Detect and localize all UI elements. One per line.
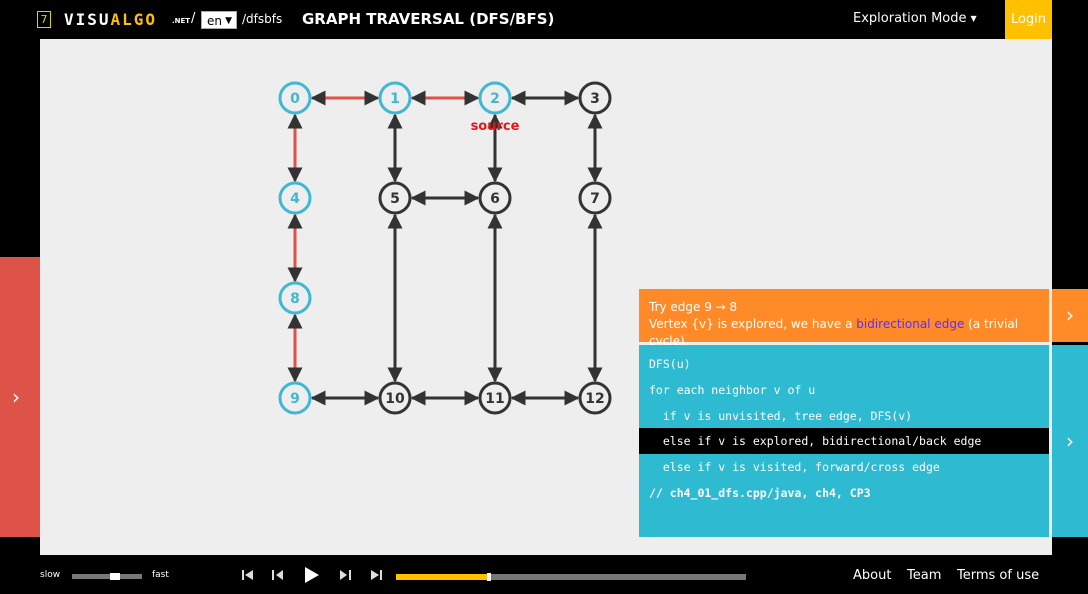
- vertex-3[interactable]: 3: [578, 81, 612, 115]
- progress-bar[interactable]: [396, 573, 746, 581]
- info-badge[interactable]: 7: [37, 11, 51, 28]
- exploration-mode-dropdown[interactable]: Exploration Mode ▼: [853, 11, 977, 26]
- code-line-active: else if v is explored, bidirectional/bac…: [639, 428, 1049, 454]
- speed-slider[interactable]: [72, 574, 142, 579]
- login-button[interactable]: Login: [1005, 0, 1052, 39]
- code-line: if v is unvisited, tree edge, DFS(v): [649, 409, 913, 423]
- caret-down-icon: ▼: [225, 16, 232, 26]
- code-line-comment: // ch4_01_dfs.cpp/java, ch4, CP3: [649, 486, 871, 500]
- language-value: en: [207, 14, 222, 28]
- progress-fill: [396, 574, 487, 580]
- step-forward-icon[interactable]: [335, 565, 355, 585]
- vertex-12[interactable]: 12: [578, 381, 612, 415]
- vertex-label: 8: [290, 291, 300, 307]
- status-panel-toggle[interactable]: ›: [1052, 289, 1088, 342]
- logo-text-part2: ALGO: [110, 10, 158, 29]
- page-slug: /dfsbfs: [242, 12, 283, 26]
- status-panel: Try edge 9 → 8 Vertex {v} is explored, w…: [639, 289, 1049, 348]
- go-to-end-icon[interactable]: [366, 565, 386, 585]
- vertex-0[interactable]: 0: [278, 81, 312, 115]
- vertex-11[interactable]: 11: [478, 381, 512, 415]
- vertex-label: 4: [290, 191, 300, 207]
- chevron-right-icon: ›: [1066, 303, 1074, 327]
- logo-text-part1: VISU: [64, 10, 111, 29]
- vertex-label: 10: [385, 391, 405, 407]
- vertex-label: 2: [490, 91, 500, 107]
- code-line: DFS(u): [649, 357, 691, 371]
- bottom-control-bar: slow fast About Team Terms of use: [0, 555, 1088, 594]
- vertex-label: 6: [490, 191, 500, 207]
- visualgo-logo[interactable]: VISUALGO: [64, 10, 157, 29]
- code-line: for each neighbor v of u: [649, 383, 816, 397]
- vertex-6[interactable]: 6: [478, 181, 512, 215]
- vertex-label: 12: [585, 391, 604, 407]
- speed-slider-thumb[interactable]: [110, 573, 121, 580]
- vertex-label: 11: [485, 391, 504, 407]
- pseudocode-panel: DFS(u) for each neighbor v of u if v is …: [639, 345, 1049, 537]
- vertex-label: 7: [590, 191, 600, 207]
- progress-thumb[interactable]: [487, 573, 491, 581]
- vertex-label: 0: [290, 91, 300, 107]
- vertex-2[interactable]: 2: [478, 81, 512, 115]
- vertex-label: 5: [390, 191, 400, 207]
- step-backward-icon[interactable]: [268, 565, 288, 585]
- language-select[interactable]: en ▼: [201, 11, 237, 29]
- mode-label: Exploration Mode: [853, 11, 967, 26]
- vertex-label: 1: [390, 91, 400, 107]
- play-icon[interactable]: [300, 564, 322, 586]
- source-label: source: [471, 119, 520, 134]
- page-title: GRAPH TRAVERSAL (DFS/BFS): [302, 10, 555, 28]
- speed-slow-label: slow: [40, 570, 61, 580]
- speed-fast-label: fast: [152, 570, 169, 580]
- status-line-1: Try edge 9 → 8: [649, 300, 738, 314]
- go-to-start-icon[interactable]: [238, 565, 258, 585]
- vertex-label: 9: [290, 391, 300, 407]
- vertex-1[interactable]: 1: [378, 81, 412, 115]
- top-navbar: 7 VISUALGO .NET / en ▼ /dfsbfs GRAPH TRA…: [0, 0, 1088, 39]
- caret-down-icon: ▼: [970, 14, 977, 23]
- left-side-panel-toggle[interactable]: ›: [0, 257, 40, 537]
- status-text-before: Vertex {v} is explored, we have a: [649, 317, 857, 331]
- vertex-8[interactable]: 8: [278, 281, 312, 315]
- pseudocode-panel-toggle[interactable]: ›: [1052, 345, 1088, 537]
- about-link[interactable]: About: [853, 568, 891, 583]
- vertex-7[interactable]: 7: [578, 181, 612, 215]
- vertex-4[interactable]: 4: [278, 181, 312, 215]
- vertex-label: 3: [590, 91, 600, 107]
- vertex-10[interactable]: 10: [378, 381, 412, 415]
- chevron-right-icon: ›: [1066, 429, 1074, 453]
- terms-of-use-link[interactable]: Terms of use: [957, 568, 1039, 583]
- chevron-right-icon: ›: [12, 385, 20, 409]
- logo-net-suffix: .NET: [172, 17, 191, 25]
- bidirectional-edge-link[interactable]: bidirectional edge: [856, 317, 964, 331]
- vertex-5[interactable]: 5: [378, 181, 412, 215]
- vertex-9[interactable]: 9: [278, 381, 312, 415]
- team-link[interactable]: Team: [907, 568, 941, 583]
- code-line: else if v is visited, forward/cross edge: [649, 460, 940, 474]
- logo-slash: /: [191, 11, 196, 26]
